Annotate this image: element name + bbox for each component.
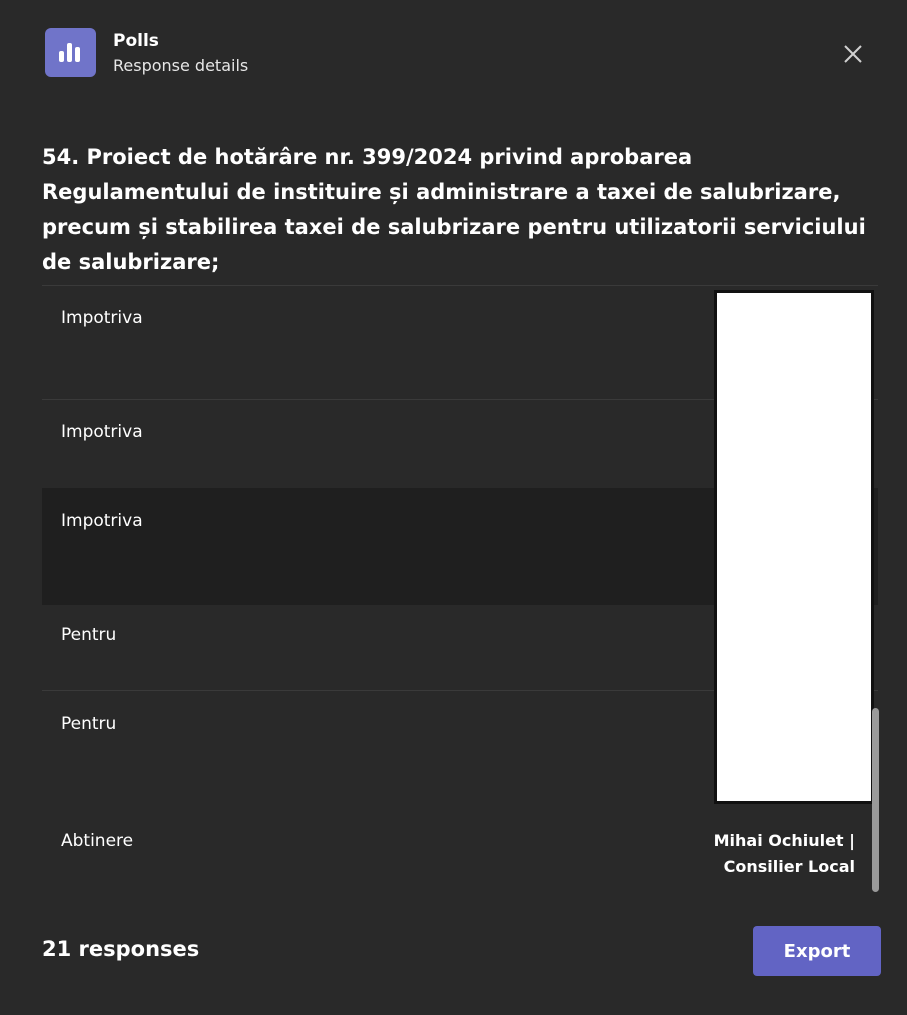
dialog-subtitle: Response details — [113, 56, 249, 75]
response-answer: Pentru — [61, 714, 117, 734]
export-button[interactable]: Export — [753, 926, 881, 976]
response-answer: Abtinere — [61, 831, 134, 851]
close-icon — [844, 45, 862, 63]
responder-name: Mihai Ochiulet | Consilier Local — [714, 828, 855, 880]
response-answer: Impotriva — [61, 511, 143, 531]
redacted-names-overlay — [714, 290, 874, 804]
close-button[interactable] — [835, 36, 871, 72]
response-count: 21 responses — [42, 937, 200, 961]
response-answer: Impotriva — [61, 308, 143, 328]
responder-name-line: Mihai Ochiulet | — [713, 831, 855, 850]
responder-role-line: Consilier Local — [723, 857, 855, 876]
poll-question: 54. Proiect de hotărâre nr. 399/2024 pri… — [42, 145, 866, 274]
poll-response-details-dialog: Polls Response details 54. Proiect de ho… — [0, 0, 907, 1015]
response-answer: Impotriva — [61, 422, 143, 442]
scrollbar-thumb[interactable] — [872, 708, 879, 892]
app-name: Polls — [113, 31, 159, 51]
response-answer: Pentru — [61, 625, 117, 645]
poll-chart-icon — [45, 28, 96, 77]
